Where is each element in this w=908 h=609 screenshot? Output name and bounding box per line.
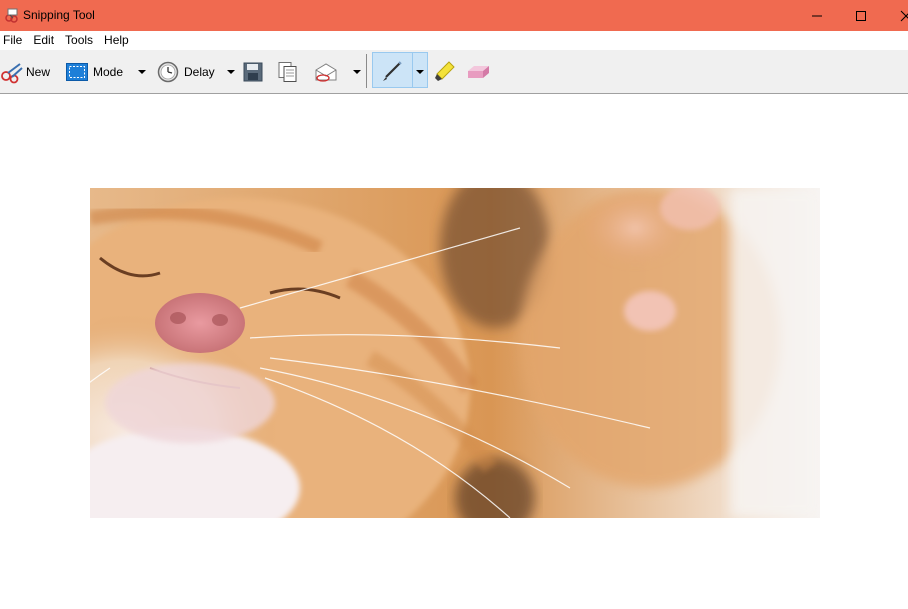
send-snip-button[interactable] — [314, 50, 338, 94]
kitten-photo-icon — [90, 188, 820, 518]
window-title: Snipping Tool — [23, 8, 95, 22]
scissors-icon — [1, 63, 23, 84]
copy-icon — [278, 62, 297, 82]
pen-tool-icon-wrap[interactable] — [380, 50, 404, 94]
menu-tools[interactable]: Tools — [62, 31, 98, 50]
delay-button[interactable]: Delay — [157, 50, 215, 94]
chevron-down-icon — [138, 70, 146, 74]
toolbar-separator — [366, 54, 367, 88]
highlighter-icon — [435, 61, 455, 81]
mode-label: Mode — [93, 65, 124, 79]
delay-dropdown-button[interactable] — [226, 50, 236, 94]
chevron-down-icon — [416, 70, 424, 74]
mode-button[interactable]: Mode — [66, 50, 123, 94]
menu-edit[interactable]: Edit — [30, 31, 59, 50]
new-label: New — [26, 65, 51, 79]
pen-icon — [383, 61, 402, 81]
close-button[interactable] — [884, 0, 908, 31]
clock-icon — [157, 61, 179, 83]
new-snip-button[interactable]: New — [0, 50, 50, 94]
menu-bar: File Edit Tools Help — [0, 31, 908, 50]
menu-help[interactable]: Help — [101, 31, 134, 50]
delay-label: Delay — [184, 65, 215, 79]
save-icon — [243, 62, 263, 82]
minimize-button[interactable] — [795, 0, 839, 31]
eraser-icon — [468, 66, 489, 78]
chevron-down-icon — [353, 70, 361, 74]
mode-rectangle-icon — [66, 63, 88, 81]
send-dropdown-button[interactable] — [352, 50, 362, 94]
menu-file[interactable]: File — [0, 31, 27, 50]
highlighter-button[interactable] — [432, 50, 456, 94]
pen-tool-divider — [412, 52, 413, 88]
save-button[interactable] — [243, 50, 263, 94]
maximize-button[interactable] — [839, 0, 883, 31]
pen-dropdown-button[interactable] — [415, 50, 425, 94]
captured-image[interactable] — [90, 188, 820, 518]
copy-button[interactable] — [277, 50, 299, 94]
snipping-tool-app-icon — [5, 8, 18, 23]
mode-dropdown-button[interactable] — [137, 50, 147, 94]
minimize-icon — [812, 15, 822, 16]
title-bar[interactable]: Snipping Tool — [0, 0, 908, 31]
eraser-button[interactable] — [465, 50, 491, 94]
close-icon — [900, 10, 908, 21]
maximize-icon — [856, 10, 866, 21]
chevron-down-icon — [227, 70, 235, 74]
send-email-icon — [315, 63, 337, 82]
